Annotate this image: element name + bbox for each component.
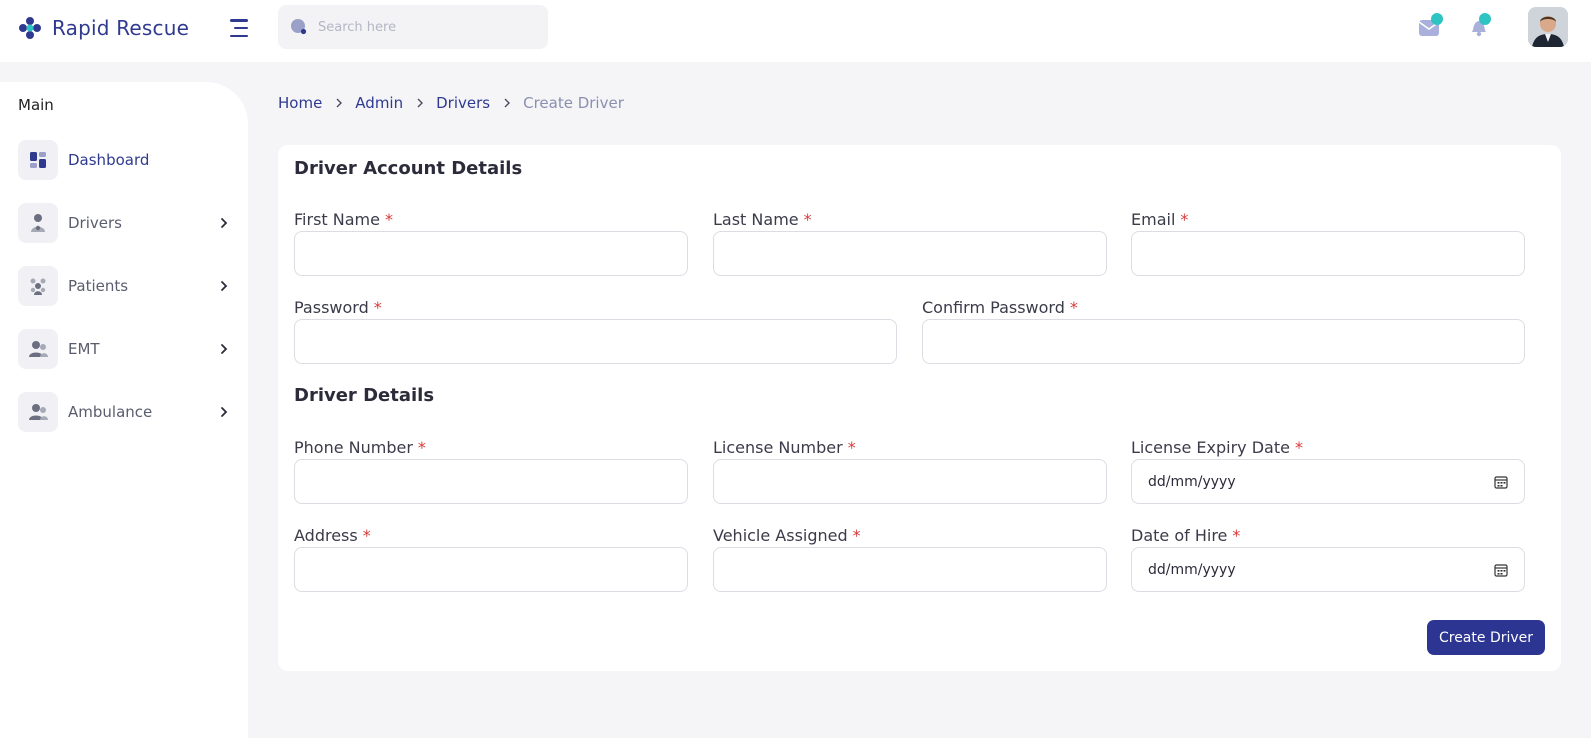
notifications-bell-icon[interactable] (1466, 12, 1494, 40)
chevron-right-icon (221, 281, 228, 291)
required-mark: * (1180, 209, 1189, 229)
sidebar-heading: Main (18, 96, 54, 114)
app-name: Rapid Rescue (52, 16, 190, 40)
last-name-field: Last Name * (713, 207, 1107, 276)
license-number-input[interactable] (713, 459, 1107, 504)
create-driver-button[interactable]: Create Driver (1427, 620, 1545, 655)
create-driver-form: Driver Account Details First Name * Last … (278, 145, 1561, 671)
license-number-label: License Number (713, 437, 843, 457)
patients-icon (18, 266, 58, 306)
sidebar-item-drivers[interactable]: Drivers (18, 202, 230, 244)
required-mark: * (852, 525, 861, 545)
top-bar: Rapid Rescue (0, 0, 1591, 62)
emt-icon (18, 329, 58, 369)
breadcrumb-admin[interactable]: Admin (355, 94, 403, 112)
sidebar-item-ambulance[interactable]: Ambulance (18, 391, 230, 433)
vehicle-assigned-field: Vehicle Assigned * (713, 523, 1107, 592)
driver-icon (18, 203, 58, 243)
last-name-label: Last Name (713, 209, 799, 229)
vehicle-assigned-input[interactable] (713, 547, 1107, 592)
breadcrumb-drivers[interactable]: Drivers (436, 94, 490, 112)
date-placeholder: dd/mm/yyyy (1148, 473, 1236, 490)
messages-icon[interactable] (1416, 12, 1444, 40)
brand[interactable]: Rapid Rescue (18, 14, 189, 42)
sidebar-item-patients[interactable]: Patients (18, 265, 230, 307)
search-icon (291, 19, 307, 35)
user-avatar[interactable] (1528, 7, 1568, 47)
search-box (278, 5, 548, 49)
email-field: Email * (1131, 207, 1525, 276)
address-input[interactable] (294, 547, 688, 592)
calendar-icon[interactable] (1494, 475, 1508, 489)
address-label: Address (294, 525, 358, 545)
section-title-driver-details: Driver Details (294, 385, 435, 406)
password-label: Password (294, 297, 369, 317)
confirm-password-field: Confirm Password * (922, 295, 1525, 364)
required-mark: * (1294, 437, 1303, 457)
logo-icon (19, 17, 41, 39)
chevron-right-icon (504, 98, 511, 108)
calendar-icon[interactable] (1494, 563, 1508, 577)
license-number-field: License Number * (713, 435, 1107, 504)
breadcrumb-current: Create Driver (523, 94, 624, 112)
search-input[interactable] (318, 19, 528, 35)
license-expiry-date-input[interactable]: dd/mm/yyyy (1131, 459, 1525, 504)
sidebar-item-label: Dashboard (68, 151, 150, 169)
section-title-account: Driver Account Details (294, 158, 523, 179)
date-placeholder: dd/mm/yyyy (1148, 561, 1236, 578)
date-of-hire-label: Date of Hire (1131, 525, 1228, 545)
required-mark: * (417, 437, 426, 457)
address-field: Address * (294, 523, 688, 592)
date-of-hire-input[interactable]: dd/mm/yyyy (1131, 547, 1525, 592)
license-expiry-label: License Expiry Date (1131, 437, 1290, 457)
dashboard-icon (18, 140, 58, 180)
license-expiry-field: License Expiry Date * dd/mm/yyyy (1131, 435, 1525, 504)
sidebar: Main Dashboard Drivers Patients EMT Ambu… (0, 82, 248, 738)
chevron-right-icon (221, 407, 228, 417)
sidebar-item-label: Drivers (68, 214, 122, 232)
chevron-right-icon (221, 344, 228, 354)
required-mark: * (384, 209, 393, 229)
sidebar-item-label: Patients (68, 277, 129, 295)
menu-toggle-icon[interactable] (226, 18, 248, 38)
first-name-input[interactable] (294, 231, 688, 276)
email-label: Email (1131, 209, 1176, 229)
chevron-right-icon (336, 98, 343, 108)
required-mark: * (362, 525, 371, 545)
avatar-image (1528, 7, 1568, 47)
ambulance-icon (18, 392, 58, 432)
password-input[interactable] (294, 319, 897, 364)
breadcrumb-home[interactable]: Home (278, 94, 322, 112)
breadcrumb: Home Admin Drivers Create Driver (278, 92, 624, 114)
phone-number-label: Phone Number (294, 437, 413, 457)
required-mark: * (1232, 525, 1241, 545)
required-mark: * (803, 209, 812, 229)
phone-number-input[interactable] (294, 459, 688, 504)
last-name-input[interactable] (713, 231, 1107, 276)
confirm-password-label: Confirm Password (922, 297, 1065, 317)
first-name-label: First Name (294, 209, 380, 229)
required-mark: * (847, 437, 856, 457)
vehicle-assigned-label: Vehicle Assigned (713, 525, 848, 545)
date-of-hire-field: Date of Hire * dd/mm/yyyy (1131, 523, 1525, 592)
phone-number-field: Phone Number * (294, 435, 688, 504)
password-field: Password * (294, 295, 897, 364)
email-input[interactable] (1131, 231, 1525, 276)
confirm-password-input[interactable] (922, 319, 1525, 364)
chevron-right-icon (221, 218, 228, 228)
sidebar-item-dashboard[interactable]: Dashboard (18, 139, 230, 181)
first-name-field: First Name * (294, 207, 688, 276)
chevron-right-icon (417, 98, 424, 108)
sidebar-item-label: EMT (68, 340, 100, 358)
required-mark: * (1069, 297, 1078, 317)
required-mark: * (373, 297, 382, 317)
sidebar-item-label: Ambulance (68, 403, 153, 421)
sidebar-item-emt[interactable]: EMT (18, 328, 230, 370)
